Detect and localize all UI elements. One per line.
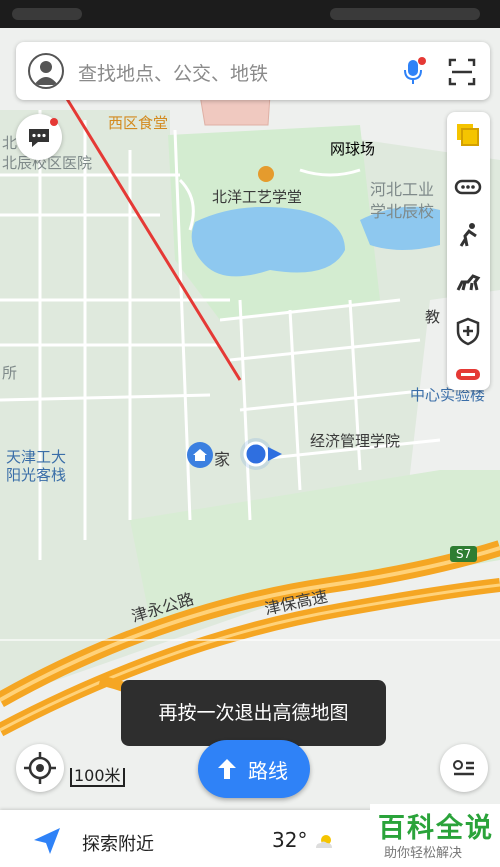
list-icon — [453, 760, 474, 776]
avatar[interactable] — [28, 53, 64, 89]
explore-label[interactable]: 探索附近 — [82, 830, 154, 856]
current-location-marker — [240, 438, 282, 470]
brand-title: 百科全说 — [378, 813, 494, 844]
microphone-icon[interactable] — [398, 56, 428, 86]
poi-wangqiuchang[interactable]: 网球场 — [330, 138, 375, 159]
horse-icon[interactable] — [453, 268, 483, 298]
brand-subtitle: 助你轻松解决 — [384, 846, 463, 861]
scan-icon[interactable] — [446, 56, 478, 88]
exit-toast: 再按一次退出高德地图 — [121, 680, 386, 746]
poi-tianjin-2[interactable]: 阳光客栈 — [6, 464, 66, 485]
poi-suo[interactable]: 所 — [2, 362, 17, 383]
map-toolbar — [447, 112, 490, 390]
new-badge-icon[interactable] — [453, 360, 483, 390]
home-icon[interactable] — [187, 442, 213, 468]
explore-icon[interactable] — [30, 824, 64, 858]
brand-watermark: 百科全说 助你轻松解决 — [370, 804, 500, 867]
route-button[interactable]: 路线 — [198, 740, 310, 798]
more-icon[interactable] — [453, 172, 483, 202]
route-arrow-icon — [218, 759, 236, 779]
status-bar — [0, 0, 500, 28]
search-bar[interactable]: 查找地点、公交、地铁 — [16, 42, 490, 100]
locate-button[interactable] — [16, 744, 64, 792]
message-button[interactable] — [16, 114, 62, 160]
poi-hebei-1[interactable]: 河北工业 — [370, 176, 434, 200]
layers-icon[interactable] — [453, 120, 483, 150]
poi-xiqu-shitang[interactable]: 西区食堂 — [108, 112, 168, 133]
poi-jiao[interactable]: 教 — [425, 306, 440, 327]
walk-navigation-icon[interactable] — [453, 220, 483, 250]
temperature-label: 32° — [272, 828, 308, 852]
route-button-label: 路线 — [248, 759, 288, 783]
list-button[interactable] — [440, 744, 488, 792]
locate-icon — [24, 752, 56, 784]
shield-icon[interactable] — [453, 316, 483, 346]
road-s7-badge: S7 — [450, 546, 478, 562]
poi-hebei-2[interactable]: 学北辰校 — [370, 198, 434, 222]
landmark-icon — [258, 166, 274, 182]
weather-icon — [316, 835, 332, 848]
poi-jingji[interactable]: 经济管理学院 — [310, 430, 400, 451]
message-icon — [29, 118, 58, 147]
poi-beiyang[interactable]: 北洋工艺学堂 — [212, 186, 302, 207]
scale-bar: 100米 — [70, 768, 125, 787]
home-label: 家 — [214, 450, 231, 469]
search-input[interactable]: 查找地点、公交、地铁 — [78, 59, 268, 86]
user-icon — [34, 61, 58, 85]
